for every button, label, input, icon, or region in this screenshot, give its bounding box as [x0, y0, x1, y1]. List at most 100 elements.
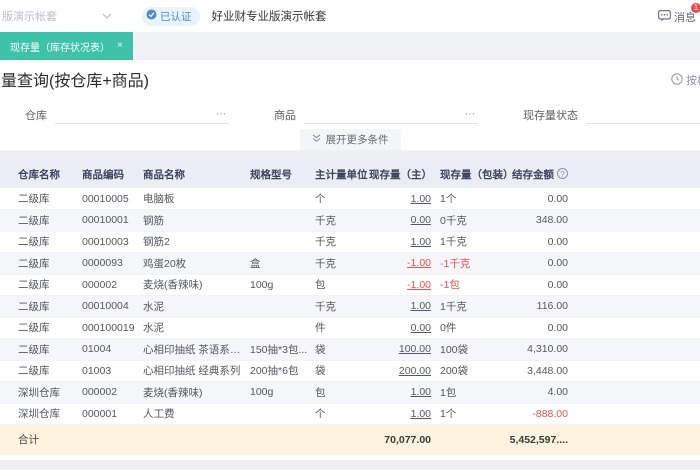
cell-spec [247, 295, 312, 318]
table-header-row: 仓库名称 商品编码 商品名称 规格型号 主计量单位 现存量（主） 现存量（包装）… [0, 160, 700, 188]
expand-more-conditions-button[interactable]: 展开更多条件 [299, 129, 401, 150]
double-chevron-down-icon [312, 134, 321, 146]
col-header-filler [575, 160, 700, 188]
verified-badge-label: 已认证 [160, 10, 192, 23]
qty-drilldown-link[interactable]: 100.00 [399, 343, 431, 355]
cell-code: 00010003 [80, 231, 140, 253]
account-set-select[interactable]: 版演示帐套 [0, 8, 112, 24]
cell-spec [247, 403, 312, 425]
page-title: 量查询(按仓库+商品) [1, 72, 150, 90]
cell-amount: -888.00 [503, 403, 575, 425]
col-header-amount: 结存金额? [503, 160, 575, 188]
filter-product-input[interactable] [304, 106, 463, 123]
col-header-qty-pkg: 现存量（包装） [433, 160, 514, 188]
cell-code: 01004 [80, 338, 140, 361]
tab-close-icon[interactable]: × [117, 41, 123, 51]
cell-qty-main: 1.00 [369, 403, 433, 425]
top-right-action-button[interactable]: 按相 [671, 72, 700, 88]
cell-qty-pkg: 200袋 [433, 360, 503, 382]
cell-amount: 0.00 [503, 274, 575, 296]
cell-qty-pkg: 100袋 [433, 338, 503, 361]
qty-drilldown-link[interactable]: 0.00 [411, 214, 431, 226]
qty-drilldown-link[interactable]: 1.00 [411, 193, 431, 205]
qty-drilldown-link[interactable]: 1.00 [411, 386, 431, 398]
cell-name: 钢筋2 [140, 231, 247, 253]
top-right-action-label: 按相 [686, 75, 700, 87]
table-row: 二级库 000100019 水泥 件 0.00 0件 0.00 [0, 317, 700, 339]
cell-warehouse: 深圳仓库 [0, 403, 80, 425]
cell-qty-pkg: 1个 [433, 188, 503, 210]
table-row: 深圳仓库 000002 麦烧(香辣味) 100g 包 1.00 1包 4.00 [0, 381, 700, 404]
filter-product-label: 商品 [274, 110, 296, 122]
cell-qty-pkg: -1千克 [433, 252, 503, 275]
cell-qty-main: 1.00 [369, 188, 433, 210]
cell-qty-pkg: 0件 [433, 317, 503, 339]
filter-warehouse-picker-button[interactable]: ⋯ [214, 109, 229, 120]
col-header-code: 商品编码 [80, 160, 140, 188]
cell-filler [575, 317, 700, 339]
filter-warehouse-input[interactable] [55, 106, 214, 123]
cell-qty-main: 1.00 [369, 381, 433, 404]
cell-spec [247, 231, 312, 253]
title-bar: 量查询(按仓库+商品) 按相 [0, 60, 700, 97]
expand-more-conditions-label: 展开更多条件 [325, 134, 389, 146]
table-row: 二级库 00010001 钢筋 千克 0.00 0千克 348.00 [0, 209, 700, 232]
cell-warehouse: 二级库 [0, 338, 80, 361]
cell-qty-main: 0.00 [369, 317, 433, 339]
tab-label: 现存量（库存状况表） [10, 42, 110, 54]
filter-section: 仓库 ⋯ 商品 ⋯ 现存量状态 展开更多条件 [0, 97, 700, 150]
inventory-table-body: 二级库 00010005 电脑板 个 1.00 1个 0.00 二级库 0001… [0, 188, 700, 425]
col-header-qty-main: 现存量（主） [369, 160, 433, 188]
tab-inventory-status[interactable]: 现存量（库存状况表） × [0, 32, 133, 60]
cell-amount: 4.00 [503, 381, 575, 404]
qty-drilldown-link[interactable]: 1.00 [411, 300, 431, 312]
cell-warehouse: 二级库 [0, 317, 80, 339]
filter-product-picker-button[interactable]: ⋯ [463, 109, 478, 120]
cell-code: 00010005 [80, 188, 140, 210]
help-icon[interactable]: ? [557, 167, 568, 179]
cell-spec: 150抽*3包... [247, 338, 312, 361]
verified-badge: 已认证 [142, 6, 200, 26]
cell-code: 000100019 [80, 317, 140, 339]
cell-unit: 包 [312, 381, 369, 404]
cell-qty-pkg: -1包 [433, 274, 503, 296]
cell-unit: 包 [312, 274, 369, 296]
cell-name: 水泥 [140, 295, 247, 318]
cell-qty-pkg: 1包 [433, 381, 503, 404]
cell-warehouse: 二级库 [0, 231, 80, 253]
cell-spec: 100g [247, 274, 312, 296]
qty-drilldown-link[interactable]: 0.00 [411, 322, 431, 334]
cell-name: 电脑板 [140, 188, 247, 210]
table-row: 二级库 0000093 鸡蛋20枚 盒 千克 -1.00 -1千克 0.00 [0, 252, 700, 275]
filter-stock-status: 现存量状态 [523, 106, 700, 124]
messages-button[interactable]: 消息 1 [658, 2, 700, 25]
cell-code: 0000093 [80, 252, 140, 275]
filter-stock-status-input[interactable] [586, 106, 700, 123]
cell-code: 000002 [80, 274, 140, 296]
filter-product: 商品 ⋯ [274, 106, 478, 124]
message-bubble-icon [658, 9, 671, 25]
cell-qty-main: 100.00 [369, 338, 433, 361]
cell-name: 钢筋 [140, 209, 247, 232]
verified-shield-icon [146, 9, 157, 23]
cell-unit: 件 [312, 317, 369, 339]
cell-amount: 0.00 [503, 252, 575, 275]
summary-row: 合计 70,077.00 5,452,597.... [0, 424, 700, 455]
qty-drilldown-link[interactable]: 1.00 [411, 408, 431, 420]
cell-unit: 千克 [312, 295, 369, 318]
qty-drilldown-link[interactable]: 200.00 [399, 365, 431, 377]
cell-qty-main: 0.00 [369, 209, 433, 232]
cell-warehouse: 二级库 [0, 188, 80, 210]
cell-filler [575, 231, 700, 253]
col-header-unit: 主计量单位 [312, 160, 369, 188]
qty-drilldown-link[interactable]: -1.00 [407, 257, 431, 269]
cell-code: 000001 [80, 403, 140, 425]
summary-qty-total: 70,077.00 [369, 424, 433, 455]
cell-spec [247, 188, 312, 210]
qty-drilldown-link[interactable]: -1.00 [407, 279, 431, 291]
qty-drilldown-link[interactable]: 1.00 [411, 236, 431, 248]
cell-amount: 0.00 [503, 188, 575, 210]
horizontal-scrollbar[interactable] [0, 459, 700, 470]
cell-spec [247, 317, 312, 339]
cell-warehouse: 二级库 [0, 274, 80, 296]
